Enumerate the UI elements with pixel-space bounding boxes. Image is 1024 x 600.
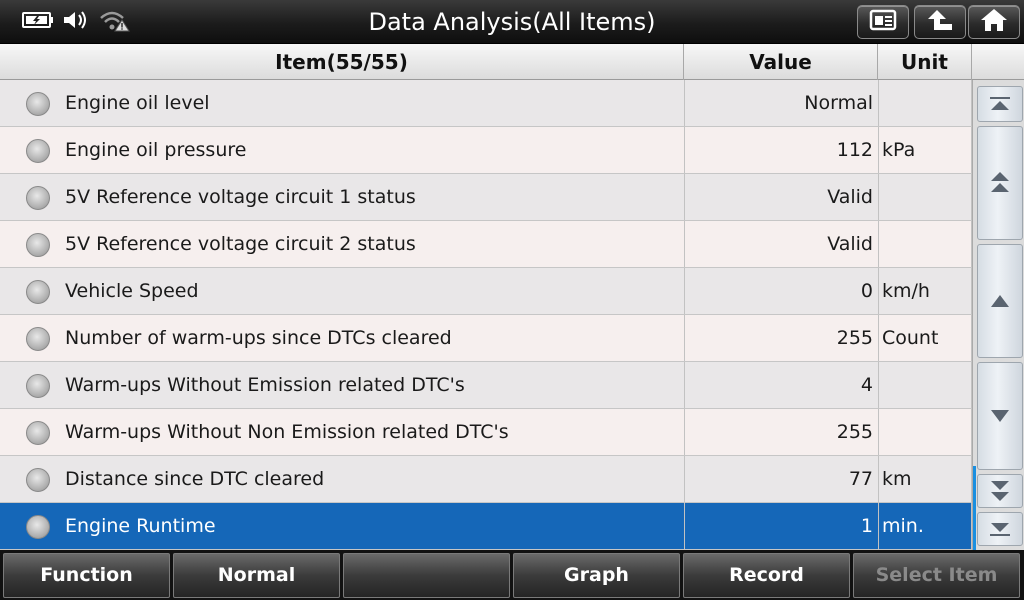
row-value: 0: [684, 268, 874, 314]
page-down-icon: [991, 481, 1009, 501]
scrollbar[interactable]: [972, 80, 1024, 550]
table-row[interactable]: Number of warm-ups since DTCs cleared 25…: [0, 315, 972, 362]
table-header: Item(55/55) Value Unit: [0, 44, 1024, 80]
page-down-button[interactable]: [977, 474, 1023, 508]
scroll-position-indicator: [973, 466, 976, 550]
report-icon: [868, 9, 898, 35]
back-button[interactable]: [914, 5, 966, 39]
record-button[interactable]: Record: [683, 553, 850, 598]
row-name: Vehicle Speed: [65, 280, 199, 302]
row-name: Number of warm-ups since DTCs cleared: [65, 327, 452, 349]
row-unit: Count: [878, 315, 972, 361]
graph-button[interactable]: Graph: [513, 553, 680, 598]
header-value: Value: [684, 44, 878, 80]
table-row[interactable]: Distance since DTC cleared 77 km: [0, 456, 972, 503]
row-radio-icon[interactable]: [26, 186, 50, 210]
row-radio-icon[interactable]: [26, 374, 50, 398]
blank-button[interactable]: [343, 553, 510, 598]
row-name: Warm-ups Without Emission related DTC's: [65, 374, 465, 396]
scroll-up-icon: [991, 295, 1009, 307]
select-item-button[interactable]: Select Item: [853, 553, 1020, 598]
row-radio-icon[interactable]: [26, 327, 50, 351]
row-name: 5V Reference voltage circuit 2 status: [65, 233, 416, 255]
table-row[interactable]: Warm-ups Without Non Emission related DT…: [0, 409, 972, 456]
row-value: 4: [684, 362, 874, 408]
row-unit: [878, 409, 972, 455]
row-name: Distance since DTC cleared: [65, 468, 325, 490]
row-value: 112: [684, 127, 874, 173]
row-unit: [878, 80, 972, 126]
scroll-down-button[interactable]: [977, 362, 1023, 470]
table-row[interactable]: Engine oil pressure 112 kPa: [0, 127, 972, 174]
scroll-down-icon: [991, 410, 1009, 422]
row-name: Engine oil level: [65, 92, 210, 114]
row-name: Engine oil pressure: [65, 139, 247, 161]
table-row[interactable]: Vehicle Speed 0 km/h: [0, 268, 972, 315]
row-unit: kPa: [878, 127, 972, 173]
row-value: Valid: [684, 221, 874, 267]
normal-button[interactable]: Normal: [173, 553, 340, 598]
table-row[interactable]: Engine oil level Normal: [0, 80, 972, 127]
page-up-button[interactable]: [977, 126, 1023, 240]
table-row[interactable]: 5V Reference voltage circuit 1 status Va…: [0, 174, 972, 221]
row-unit: km/h: [878, 268, 972, 314]
row-value: 255: [684, 315, 874, 361]
row-unit: km: [878, 456, 972, 502]
report-button[interactable]: [857, 5, 909, 39]
row-radio-icon[interactable]: [26, 92, 50, 116]
scroll-top-icon: [990, 97, 1010, 110]
table-row[interactable]: Warm-ups Without Emission related DTC's …: [0, 362, 972, 409]
header-unit: Unit: [878, 44, 972, 80]
battery-icon: [22, 11, 54, 33]
home-icon: [979, 7, 1009, 37]
table-body: Engine oil level Normal Engine oil press…: [0, 80, 972, 550]
row-name: Engine Runtime: [65, 515, 216, 537]
row-radio-icon[interactable]: [26, 468, 50, 492]
row-value: Valid: [684, 174, 874, 220]
row-radio-icon[interactable]: [26, 139, 50, 163]
table-row-selected[interactable]: Engine Runtime 1 min.: [0, 503, 972, 550]
row-radio-icon[interactable]: [26, 515, 50, 539]
row-unit: [878, 362, 972, 408]
page-up-icon: [991, 172, 1009, 192]
row-name: Warm-ups Without Non Emission related DT…: [65, 421, 509, 443]
scroll-up-button[interactable]: [977, 244, 1023, 358]
scroll-bottom-button[interactable]: [977, 512, 1023, 546]
home-button[interactable]: [968, 5, 1020, 39]
row-name: 5V Reference voltage circuit 1 status: [65, 186, 416, 208]
row-unit: [878, 221, 972, 267]
title-bar: Data Analysis(All Items): [0, 0, 1024, 44]
bottom-toolbar: Function Normal Graph Record Select Item: [0, 550, 1024, 600]
row-unit: [878, 174, 972, 220]
function-button[interactable]: Function: [3, 553, 170, 598]
scroll-top-button[interactable]: [977, 86, 1023, 122]
header-scroll-corner: [972, 44, 1024, 80]
row-unit: min.: [878, 503, 972, 549]
wifi-warning-icon: [98, 8, 130, 36]
scroll-bottom-icon: [990, 523, 1010, 536]
header-item: Item(55/55): [0, 44, 684, 80]
row-value: Normal: [684, 80, 874, 126]
row-value: 77: [684, 456, 874, 502]
row-radio-icon[interactable]: [26, 280, 50, 304]
row-value: 255: [684, 409, 874, 455]
back-icon: [925, 8, 955, 36]
row-radio-icon[interactable]: [26, 233, 50, 257]
table-row[interactable]: 5V Reference voltage circuit 2 status Va…: [0, 221, 972, 268]
row-radio-icon[interactable]: [26, 421, 50, 445]
data-table: Item(55/55) Value Unit Engine oil level …: [0, 44, 1024, 550]
status-icons: [22, 9, 130, 35]
speaker-icon: [62, 9, 90, 35]
row-value: 1: [684, 503, 874, 549]
